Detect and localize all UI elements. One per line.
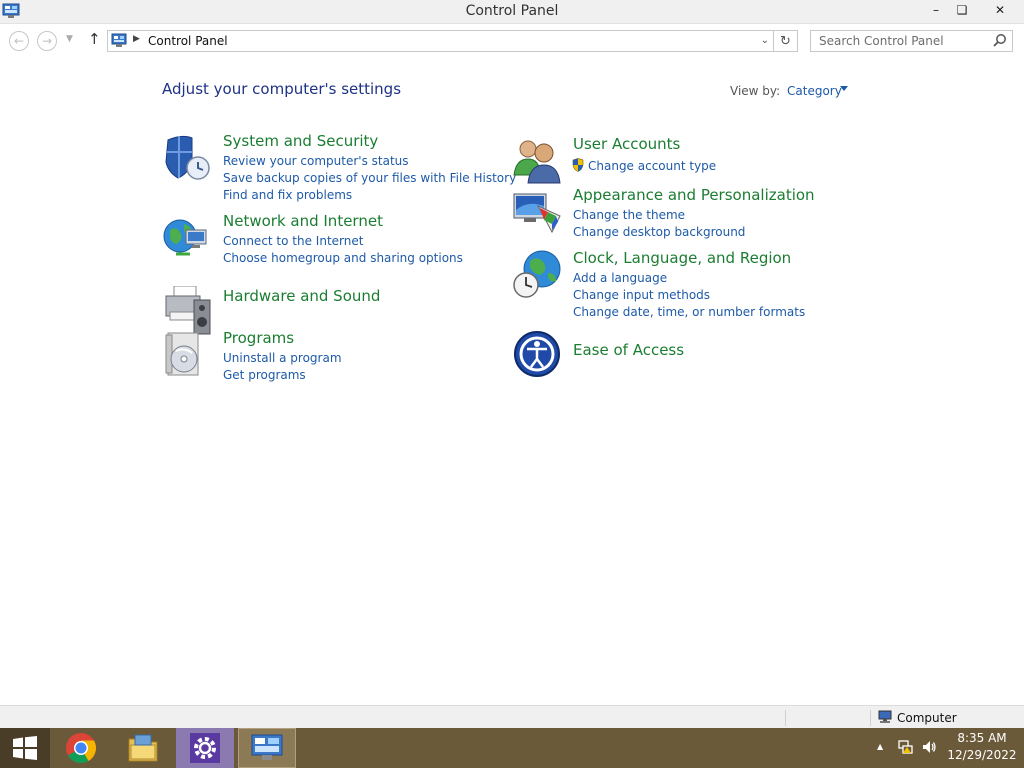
system-and-security-link[interactable]: System and Security	[223, 132, 378, 150]
folder-icon	[128, 734, 158, 762]
navigation-bar: ← → ▼ ↑ ▶ Control Panel ⌄ ↻	[0, 25, 1024, 57]
view-by-dropdown[interactable]: Category	[787, 84, 842, 98]
computer-icon	[878, 710, 892, 723]
shield-icon[interactable]	[162, 132, 212, 182]
clock-globe-icon[interactable]	[512, 249, 562, 299]
page-title: Adjust your computer's settings	[162, 80, 402, 98]
breadcrumb[interactable]: Control Panel	[148, 34, 228, 48]
forward-button[interactable]: →	[37, 31, 57, 51]
clock-date[interactable]: 12/29/2022	[942, 748, 1022, 762]
programs-link[interactable]: Programs	[223, 329, 294, 347]
category-hardware-and-sound: Hardware and Sound	[162, 286, 502, 335]
clock-language-and-region-link[interactable]: Clock, Language, and Region	[573, 249, 791, 267]
maximize-button[interactable]: ❏	[948, 0, 976, 20]
taskbar: ▲ 8:35 AM 12/29/2022	[0, 728, 1024, 768]
review-computer-status-link[interactable]: Review your computer's status	[223, 153, 516, 170]
breadcrumb-separator-icon[interactable]: ▶	[133, 34, 140, 44]
recent-locations-dropdown[interactable]: ▼	[66, 34, 73, 44]
category-appearance-and-personalization: Appearance and Personalization Change th…	[512, 186, 872, 242]
users-icon[interactable]	[512, 135, 562, 185]
ease-of-access-link[interactable]: Ease of Access	[573, 341, 684, 359]
address-dropdown-icon[interactable]: ⌄	[761, 35, 769, 46]
category-ease-of-access: Ease of Access	[512, 329, 872, 379]
windows-logo-icon	[13, 736, 37, 760]
category-system-and-security: System and Security Review your computer…	[162, 132, 516, 202]
user-accounts-link[interactable]: User Accounts	[573, 135, 680, 153]
gear-icon	[190, 733, 220, 763]
uninstall-program-link[interactable]: Uninstall a program	[223, 350, 342, 367]
chevron-down-icon[interactable]	[840, 86, 848, 91]
programs-tasks: Uninstall a program Get programs	[223, 350, 342, 384]
clock-time[interactable]: 8:35 AM	[942, 731, 1022, 745]
appearance-and-personalization-link[interactable]: Appearance and Personalization	[573, 186, 815, 204]
system-and-security-tasks: Review your computer's status Save backu…	[223, 153, 516, 204]
uac-shield-icon	[572, 158, 584, 172]
monitor-palette-icon[interactable]	[512, 186, 562, 236]
back-button[interactable]: ←	[9, 31, 29, 51]
network-and-internet-link[interactable]: Network and Internet	[223, 212, 383, 230]
change-desktop-background-link[interactable]: Change desktop background	[573, 224, 745, 241]
minimize-icon: –	[933, 3, 939, 17]
appearance-and-personalization-tasks: Change the theme Change desktop backgrou…	[573, 207, 745, 241]
control-panel-icon	[251, 734, 283, 760]
search-icon[interactable]	[992, 33, 1007, 48]
status-location: Computer	[897, 711, 957, 725]
taskbar-settings[interactable]	[176, 728, 234, 768]
network-icon[interactable]	[898, 739, 914, 755]
change-input-methods-link[interactable]: Change input methods	[573, 287, 805, 304]
start-button[interactable]	[0, 728, 50, 768]
programs-disc-icon[interactable]	[162, 329, 212, 379]
network-and-internet-tasks: Connect to the Internet Choose homegroup…	[223, 233, 463, 267]
forward-arrow-icon: →	[41, 34, 53, 48]
file-history-link[interactable]: Save backup copies of your files with Fi…	[223, 170, 516, 187]
minimize-button[interactable]: –	[922, 0, 950, 20]
homegroup-sharing-link[interactable]: Choose homegroup and sharing options	[223, 250, 463, 267]
status-divider	[870, 710, 871, 726]
category-network-and-internet: Network and Internet Connect to the Inte…	[162, 212, 502, 266]
taskbar-file-explorer[interactable]	[114, 728, 172, 768]
restore-icon: ❏	[956, 3, 968, 17]
search-box[interactable]	[810, 30, 1013, 52]
change-account-type-link[interactable]: Change account type	[571, 158, 716, 175]
view-by-label: View by:	[730, 84, 781, 98]
volume-icon[interactable]	[921, 739, 937, 755]
hardware-and-sound-link[interactable]: Hardware and Sound	[223, 287, 380, 305]
control-panel-icon	[111, 33, 127, 47]
chrome-icon	[66, 733, 97, 764]
category-user-accounts: User Accounts Change account type	[512, 135, 872, 185]
refresh-button[interactable]: ↻	[774, 30, 798, 52]
address-bar[interactable]: ▶ Control Panel ⌄	[107, 30, 774, 52]
find-fix-problems-link[interactable]: Find and fix problems	[223, 187, 516, 204]
taskbar-control-panel[interactable]	[238, 728, 296, 768]
add-language-link[interactable]: Add a language	[573, 270, 805, 287]
search-input[interactable]	[811, 31, 991, 51]
show-hidden-icons-button[interactable]: ▲	[877, 742, 883, 751]
change-date-time-formats-link[interactable]: Change date, time, or number formats	[573, 304, 805, 321]
control-panel-window: Control Panel – ❏ ✕ ← → ▼ ↑ ▶ Control Pa…	[0, 0, 1024, 728]
change-theme-link[interactable]: Change the theme	[573, 207, 745, 224]
refresh-icon: ↻	[780, 33, 791, 49]
category-clock-language-and-region: Clock, Language, and Region Add a langua…	[512, 249, 872, 321]
up-button[interactable]: ↑	[88, 30, 101, 48]
status-bar: Computer	[0, 705, 1024, 728]
change-account-type-label: Change account type	[588, 159, 717, 173]
ease-of-access-icon[interactable]	[512, 329, 562, 379]
get-programs-link[interactable]: Get programs	[223, 367, 342, 384]
taskbar-chrome[interactable]	[52, 728, 110, 768]
status-divider	[785, 710, 786, 726]
user-accounts-tasks: Change account type	[571, 158, 716, 175]
title-bar: Control Panel – ❏ ✕	[0, 0, 1024, 24]
network-globe-icon[interactable]	[162, 212, 212, 262]
close-button[interactable]: ✕	[976, 0, 1024, 20]
back-arrow-icon: ←	[13, 34, 25, 48]
connect-to-internet-link[interactable]: Connect to the Internet	[223, 233, 463, 250]
close-icon: ✕	[994, 3, 1006, 17]
category-programs: Programs Uninstall a program Get program…	[162, 329, 502, 385]
clock-language-and-region-tasks: Add a language Change input methods Chan…	[573, 270, 805, 321]
window-title: Control Panel	[465, 3, 559, 19]
